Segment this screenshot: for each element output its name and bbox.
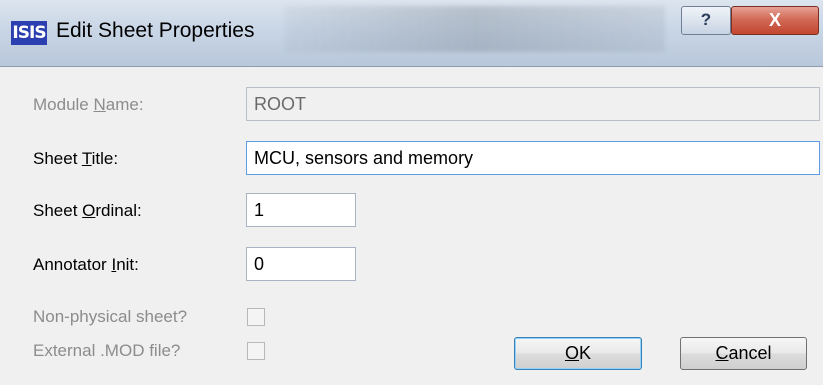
annotator-init-label: Annotator Init: <box>33 255 139 275</box>
module-name-label: Module Name: <box>33 95 144 115</box>
sheet-ordinal-label-text: Sheet <box>33 201 83 220</box>
cancel-button-label: ancel <box>728 343 772 363</box>
annotator-init-label-text: Annotator <box>33 255 112 274</box>
title-bar[interactable]: ISIS Edit Sheet Properties ? X <box>0 0 823 67</box>
sheet-title-label-accel: T <box>81 149 92 168</box>
cancel-button-accel: C <box>715 343 729 363</box>
sheet-ordinal-field[interactable] <box>246 193 356 227</box>
title-bar-background <box>285 6 665 52</box>
non-physical-sheet-checkbox[interactable] <box>247 308 265 326</box>
ok-button-accel: O <box>564 343 579 363</box>
module-name-label-text: Module <box>33 95 94 114</box>
sheet-ordinal-label: Sheet Ordinal: <box>33 201 142 221</box>
module-name-label-accel: N <box>93 95 106 114</box>
external-mod-file-checkbox[interactable] <box>247 342 265 360</box>
annotator-init-field[interactable] <box>246 247 356 281</box>
external-mod-file-label: External .MOD file? <box>33 341 181 360</box>
help-button[interactable]: ? <box>681 6 731 35</box>
sheet-ordinal-label-accel: O <box>82 201 96 220</box>
ok-button-label: K <box>579 343 592 363</box>
window-title: Edit Sheet Properties <box>56 19 255 42</box>
cancel-button[interactable]: Cancel <box>680 337 807 370</box>
sheet-title-label-text: Sheet <box>33 149 82 168</box>
module-name-label-rest: ame: <box>105 95 144 114</box>
isis-app-icon: ISIS <box>11 21 47 45</box>
sheet-title-field[interactable] <box>246 141 820 175</box>
module-name-field <box>246 87 820 121</box>
sheet-ordinal-label-rest: rdinal: <box>95 201 142 220</box>
ok-button[interactable]: OK <box>514 337 642 370</box>
non-physical-sheet-label: Non-physical sheet? <box>33 307 188 326</box>
annotator-init-label-rest: nit: <box>116 255 139 274</box>
sheet-title-label: Sheet Title: <box>33 149 118 169</box>
sheet-title-label-rest: itle: <box>91 149 119 168</box>
close-button[interactable]: X <box>731 6 819 35</box>
